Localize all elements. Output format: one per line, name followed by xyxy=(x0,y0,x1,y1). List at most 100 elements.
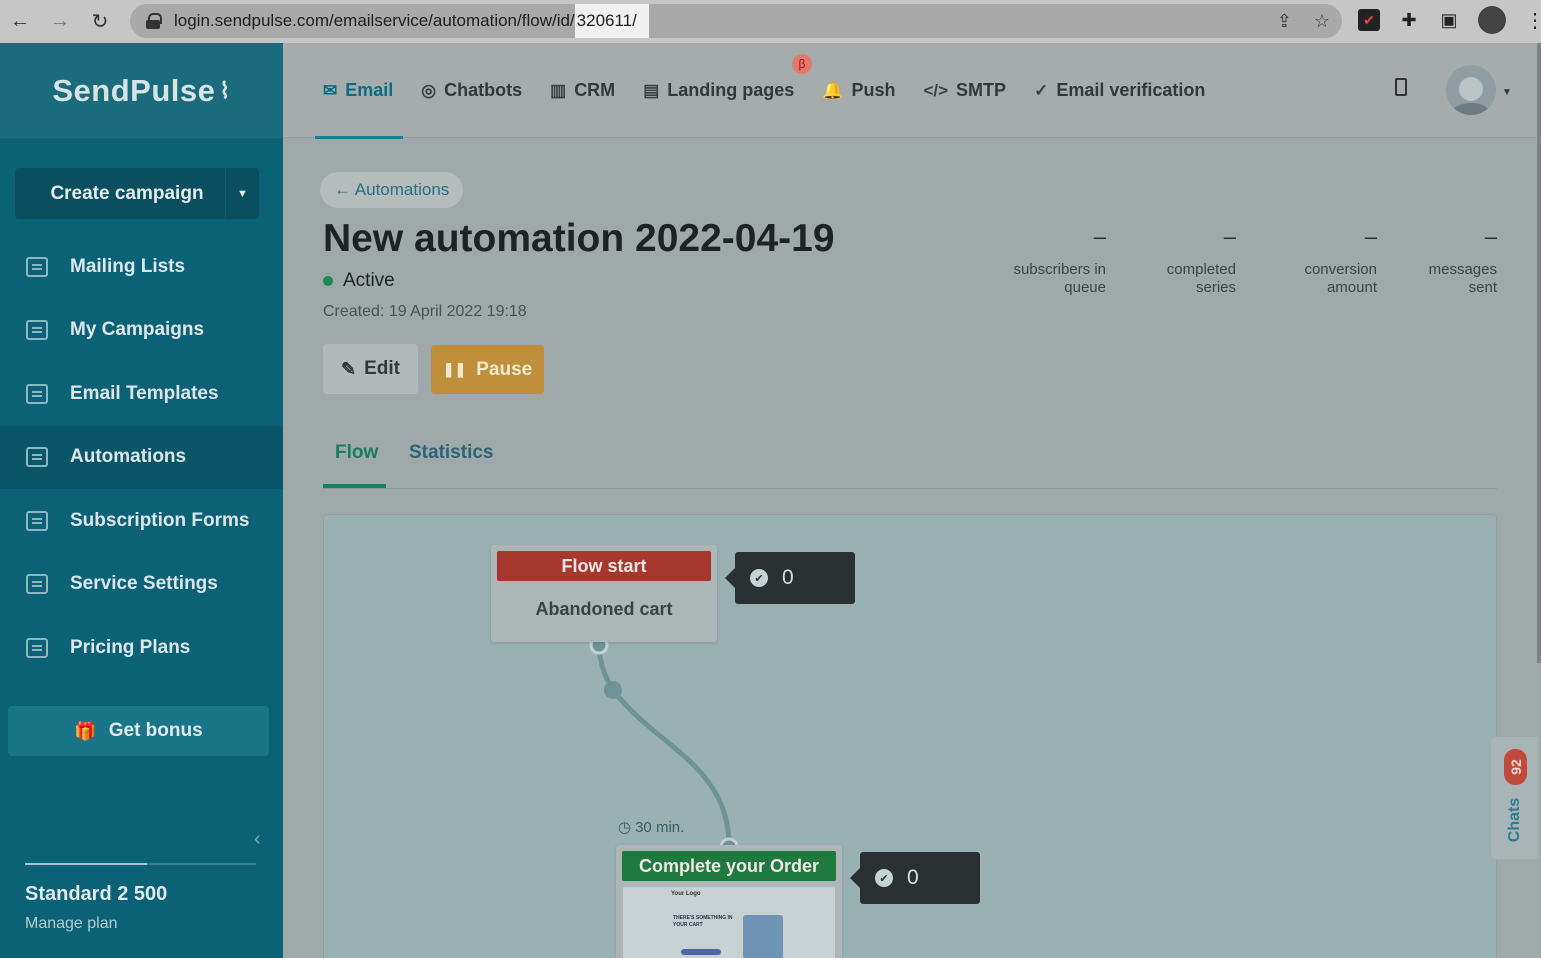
sidepanel-icon[interactable]: ▣ xyxy=(1438,9,1460,31)
tab-landing-pages[interactable]: ▤ Landing pages xyxy=(643,43,794,138)
user-avatar[interactable] xyxy=(1446,65,1496,115)
tab-flow[interactable]: Flow xyxy=(335,442,378,464)
extension-icon[interactable]: ✔ xyxy=(1358,9,1380,31)
clock-icon: ◷ xyxy=(618,819,632,836)
stat-label: messages xyxy=(1428,261,1497,278)
lock-icon xyxy=(146,13,162,29)
stat-label: completed xyxy=(1166,261,1236,278)
create-campaign-button[interactable]: Create campaign ▼ xyxy=(15,168,259,219)
address-bar[interactable]: login.sendpulse.com/emailservice/automat… xyxy=(130,4,1342,38)
sidebar-item-email-templates[interactable]: Email Templates xyxy=(0,362,283,426)
pause-icon: ❚❚ xyxy=(442,361,467,377)
profile-avatar-icon[interactable] xyxy=(1478,6,1506,34)
tab-label: Landing pages xyxy=(667,80,795,100)
manage-plan-link[interactable]: Manage plan xyxy=(25,915,118,933)
thumb-button xyxy=(681,949,721,955)
puzzle-icon[interactable]: ✚ xyxy=(1398,9,1420,31)
check-circle-icon: ✓ xyxy=(1034,80,1049,100)
kebab-menu-icon[interactable]: ⋮ xyxy=(1524,9,1541,32)
status-label: Active xyxy=(343,270,395,291)
mailing-lists-icon xyxy=(26,256,48,277)
sidebar-item-label: Subscription Forms xyxy=(70,509,250,531)
chevron-down-icon[interactable]: ▼ xyxy=(225,168,259,219)
tab-email-verification[interactable]: ✓ Email verification xyxy=(1034,43,1205,138)
get-bonus-button[interactable]: 🎁 Get bonus xyxy=(8,706,269,756)
forms-icon xyxy=(26,510,48,531)
stat-3: – messages sent xyxy=(1387,224,1497,297)
share-icon[interactable]: ⇪ xyxy=(1277,11,1292,32)
flow-canvas[interactable]: Flow start Abandoned cart ✔ 0 ◷ 30 min. … xyxy=(323,514,1497,958)
flow-start-header: Flow start xyxy=(497,551,711,581)
stat-label: series xyxy=(1195,279,1236,296)
tab-label: Email verification xyxy=(1056,80,1206,100)
code-icon: </> xyxy=(923,80,949,100)
sidebar-item-label: My Campaigns xyxy=(70,319,205,341)
flow-start-node[interactable]: Flow start Abandoned cart xyxy=(491,545,717,642)
stat-label: conversion xyxy=(1304,261,1377,278)
reload-icon[interactable]: ↻ xyxy=(80,0,120,43)
stat-value: – xyxy=(1484,224,1497,249)
top-navigation: ✉ Email ◎ Chatbots ▥ CRM ▤ Landing pages 🔔 Push </… xyxy=(283,43,1541,139)
delay-text: 30 min. xyxy=(635,818,685,836)
stat-1: – completed series xyxy=(1116,224,1236,297)
pause-button[interactable]: ❚❚ Pause xyxy=(431,345,544,394)
back-to-automations-link[interactable]: ← Automations xyxy=(320,172,464,208)
sidebar-item-mailing-lists[interactable]: Mailing Lists xyxy=(0,235,283,299)
url-text: login.sendpulse.com/emailservice/automat… xyxy=(174,11,575,30)
tab-email[interactable]: ✉ Email xyxy=(314,43,404,139)
chevron-down-icon[interactable]: ▼ xyxy=(1502,87,1512,98)
sidebar-item-automations[interactable]: Automations xyxy=(0,425,283,489)
collapse-sidebar-icon[interactable]: ‹ xyxy=(254,828,261,851)
tab-chatbots[interactable]: ◎ Chatbots xyxy=(421,43,522,138)
edit-icon: ✎ xyxy=(341,358,357,379)
stat-label: subscribers in xyxy=(1013,261,1106,278)
thumb-headline: THERE'S SOMETHING IN YOUR CART xyxy=(673,915,733,928)
automations-icon xyxy=(26,447,48,468)
settings-icon xyxy=(26,574,48,595)
sidebar-item-label: Pricing Plans xyxy=(70,636,191,658)
sidebar: SendPulse ⌇ Create campaign ▼ Mailing Lis… xyxy=(0,43,283,958)
forward-arrow-icon[interactable]: → xyxy=(40,0,80,43)
scrollbar[interactable] xyxy=(1537,43,1541,663)
browser-toolbar: ← → ↻ login.sendpulse.com/emailservice/a… xyxy=(0,0,1541,43)
email-node[interactable]: Complete your Order Your Logo THERE'S SO… xyxy=(616,845,842,958)
email-node-counter: ✔ 0 xyxy=(850,852,980,904)
sidebar-menu: Mailing Lists My Campaigns Email Templates… xyxy=(0,235,283,680)
tab-push[interactable]: 🔔 Push xyxy=(822,43,895,138)
mobile-icon[interactable] xyxy=(1395,78,1407,96)
stat-value: – xyxy=(1364,224,1377,249)
stat-0: – subscribers in queue xyxy=(1006,224,1106,297)
sidebar-item-subscription-forms[interactable]: Subscription Forms xyxy=(0,489,283,553)
stat-value: – xyxy=(1093,224,1106,249)
tab-smtp[interactable]: </> SMTP xyxy=(923,43,1006,138)
sidebar-item-service-settings[interactable]: Service Settings xyxy=(0,553,283,617)
crm-icon: ▥ xyxy=(550,80,567,100)
sidebar-item-pricing-plans[interactable]: Pricing Plans xyxy=(0,616,283,680)
flow-start-counter: ✔ 0 xyxy=(725,552,855,604)
thumb-logo: Your Logo xyxy=(671,891,701,897)
chats-widget[interactable]: 92 Chats xyxy=(1491,737,1538,859)
create-campaign-label: Create campaign xyxy=(50,182,204,204)
stat-label: amount xyxy=(1326,279,1377,296)
stat-2: – conversion amount xyxy=(1246,224,1377,297)
mail-icon: ✉ xyxy=(323,80,338,100)
subtabs: Flow Statistics xyxy=(323,434,1497,489)
logo[interactable]: SendPulse ⌇ xyxy=(0,43,283,138)
chatbot-icon: ◎ xyxy=(421,80,437,100)
stat-label: sent xyxy=(1468,279,1497,296)
stat-value: – xyxy=(1223,224,1236,249)
templates-icon xyxy=(26,383,48,404)
star-icon[interactable]: ☆ xyxy=(1314,11,1330,32)
gift-icon: 🎁 xyxy=(74,720,97,741)
sidebar-item-my-campaigns[interactable]: My Campaigns xyxy=(0,299,283,363)
flow-start-trigger: Abandoned cart xyxy=(535,599,673,619)
back-arrow-icon[interactable]: ← xyxy=(0,0,40,43)
tab-label: Chatbots xyxy=(444,80,523,100)
tab-statistics[interactable]: Statistics xyxy=(409,442,493,464)
pricing-icon xyxy=(26,637,48,658)
edit-button[interactable]: ✎ Edit xyxy=(323,344,418,394)
url-selected-text: 320611/ xyxy=(574,4,649,38)
tab-crm[interactable]: ▥ CRM xyxy=(550,43,615,138)
status-dot xyxy=(323,276,333,286)
main-content: ← Automations New automation 2022-04-19 … xyxy=(283,139,1541,958)
